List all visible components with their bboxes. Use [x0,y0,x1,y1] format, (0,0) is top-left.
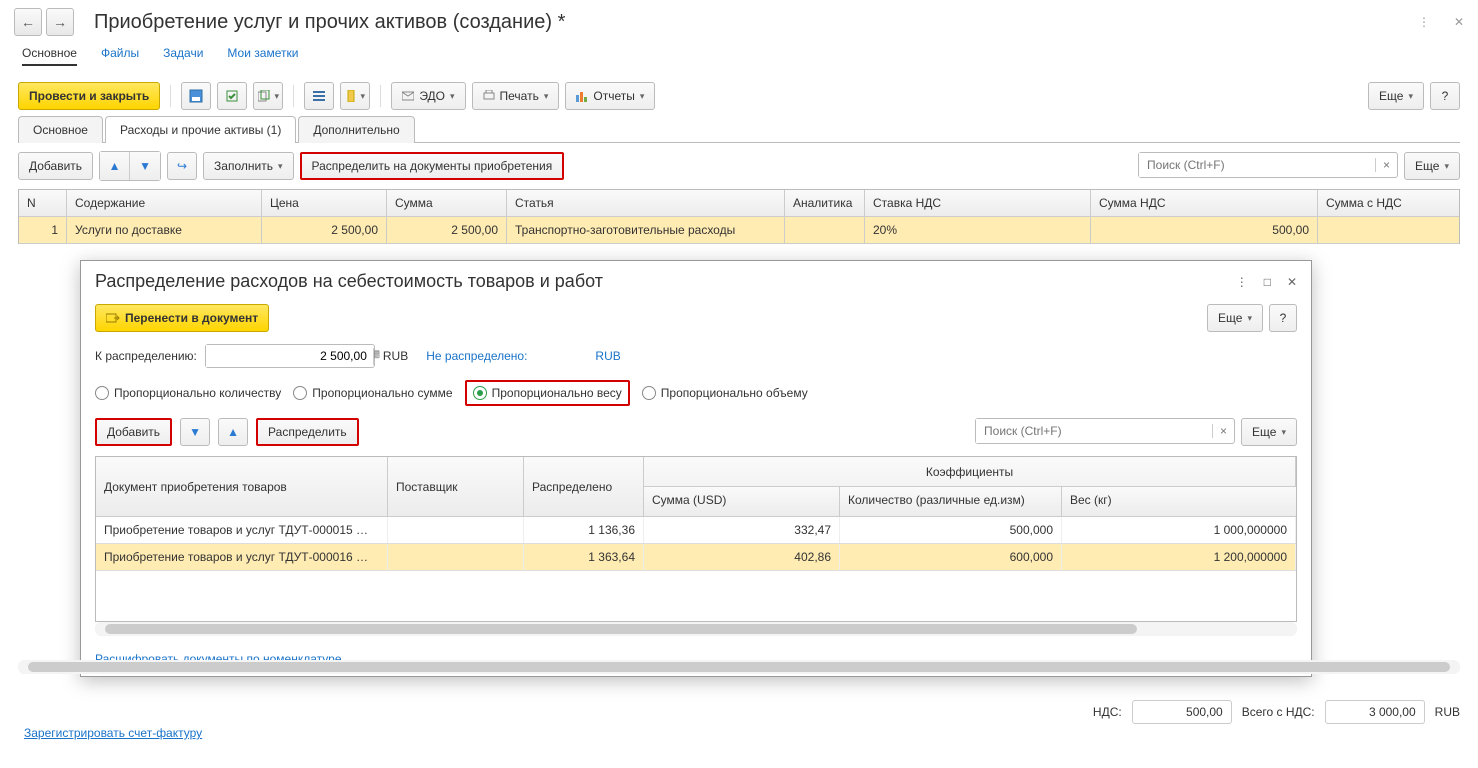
radio-vol[interactable]: Пропорционально объему [642,386,808,400]
post-icon-button[interactable] [217,82,247,110]
nav-tasks[interactable]: Задачи [163,46,203,66]
sub-more-button[interactable]: Еще [1404,152,1460,180]
tab-additional[interactable]: Дополнительно [298,116,414,143]
close-icon[interactable]: ✕ [1454,15,1464,29]
dcol-weight: Вес (кг) [1062,487,1296,517]
dialog-more-button[interactable]: Еще [1207,304,1263,332]
share-icon-button[interactable]: ↪ [167,152,197,180]
expenses-table: N Содержание Цена Сумма Статья Аналитика… [18,189,1460,244]
search-input[interactable] [1139,153,1375,177]
nav-files[interactable]: Файлы [101,46,139,66]
to-distribute-input[interactable] [206,345,373,367]
fill-button[interactable]: Заполнить [203,152,293,180]
dialog-title: Распределение расходов на себестоимость … [95,271,1236,292]
clear-search-icon[interactable]: × [1375,158,1397,172]
col-article: Статья [507,190,785,217]
nav-main[interactable]: Основное [22,46,77,66]
attach-dropdown-button[interactable] [340,82,370,110]
col-n: N [19,190,67,217]
vat-label: НДС: [1093,705,1122,719]
dialog-help-button[interactable]: ? [1269,304,1297,332]
total-cur: RUB [1435,705,1460,719]
dlg-add-button[interactable]: Добавить [95,418,172,446]
vat-value: 500,00 [1132,700,1232,724]
print-button[interactable]: Печать [472,82,560,110]
save-icon-button[interactable] [181,82,211,110]
register-invoice-link[interactable]: Зарегистрировать счет-фактуру [10,716,216,750]
main-hscroll[interactable] [18,660,1460,674]
total-label: Всего с НДС: [1242,705,1315,719]
add-button[interactable]: Добавить [18,152,93,180]
dlg-distribute-button[interactable]: Распределить [256,418,359,446]
search-input-wrap[interactable]: × [1138,152,1398,178]
move-up-button[interactable]: ▲ [100,152,130,180]
distribution-table: Документ приобретения товаров Поставщик … [95,456,1297,622]
col-vat-rate: Ставка НДС [865,190,1091,217]
dcol-doc: Документ приобретения товаров [96,457,388,517]
dlg-clear-search-icon[interactable]: × [1212,424,1234,438]
col-sum-vat: Сумма с НДС [1318,190,1459,217]
total-value: 3 000,00 [1325,700,1425,724]
col-sum: Сумма [387,190,507,217]
nav-notes[interactable]: Мои заметки [227,46,298,66]
dcol-qty: Количество (различные ед.изм) [840,487,1062,517]
distribution-dialog: Распределение расходов на себестоимость … [80,260,1312,677]
edo-button[interactable]: ЭДО [391,82,465,110]
tab-expenses[interactable]: Расходы и прочие активы (1) [105,116,296,143]
dlg-more-button[interactable]: Еще [1241,418,1297,446]
dlg-search-wrap[interactable]: × [975,418,1235,444]
dlg-hscroll[interactable] [95,622,1297,636]
dlg-up-button[interactable]: ▲ [218,418,248,446]
nav-back-button[interactable]: ← [14,8,42,36]
radio-qty[interactable]: Пропорционально количеству [95,386,281,400]
col-vat-sum: Сумма НДС [1091,190,1318,217]
window-title: Приобретение услуг и прочих активов (соз… [94,11,1418,34]
distribute-docs-button[interactable]: Распределить на документы приобретения [300,152,565,180]
col-analytics: Аналитика [785,190,865,217]
col-content: Содержание [67,190,262,217]
dialog-menu-icon[interactable]: ⋮ [1236,275,1248,289]
move-down-button[interactable]: ▼ [130,152,160,180]
dialog-close-icon[interactable]: ✕ [1287,275,1297,289]
dist-row[interactable]: Приобретение товаров и услуг ТДУТ-000016… [96,544,1296,571]
dlg-search-input[interactable] [976,419,1212,443]
dlg-down-button[interactable]: ▼ [180,418,210,446]
to-distribute-input-wrap[interactable]: 🖩 [205,344,375,368]
tab-main[interactable]: Основное [18,116,103,143]
not-distributed-label: Не распределено: [426,349,527,363]
help-button[interactable]: ? [1430,82,1460,110]
copy-dropdown-button[interactable] [253,82,283,110]
dcol-coef: Коэффициенты [644,457,1296,487]
post-close-button[interactable]: Провести и закрыть [18,82,160,110]
menu-icon[interactable]: ⋮ [1418,15,1430,29]
radio-sum[interactable]: Пропорционально сумме [293,386,452,400]
reports-button[interactable]: Отчеты [565,82,655,110]
transfer-button[interactable]: Перенести в документ [95,304,269,332]
calc-icon[interactable]: 🖩 [373,348,380,365]
radio-weight[interactable]: Пропорционально весу [465,380,630,406]
cur2: RUB [595,349,620,363]
col-price: Цена [262,190,387,217]
nav-fwd-button[interactable]: → [46,8,74,36]
dist-row[interactable]: Приобретение товаров и услуг ТДУТ-000015… [96,517,1296,544]
dcol-sum: Сумма (USD) [644,487,840,517]
to-distribute-label: К распределению: [95,349,197,363]
dcol-distributed: Распределено [524,457,644,517]
dialog-max-icon[interactable]: □ [1264,275,1271,289]
cur1: RUB [383,349,408,363]
table-row[interactable]: 1 Услуги по доставке 2 500,00 2 500,00 Т… [19,217,1459,244]
list-icon-button[interactable] [304,82,334,110]
dcol-supplier: Поставщик [388,457,524,517]
more-button[interactable]: Еще [1368,82,1424,110]
